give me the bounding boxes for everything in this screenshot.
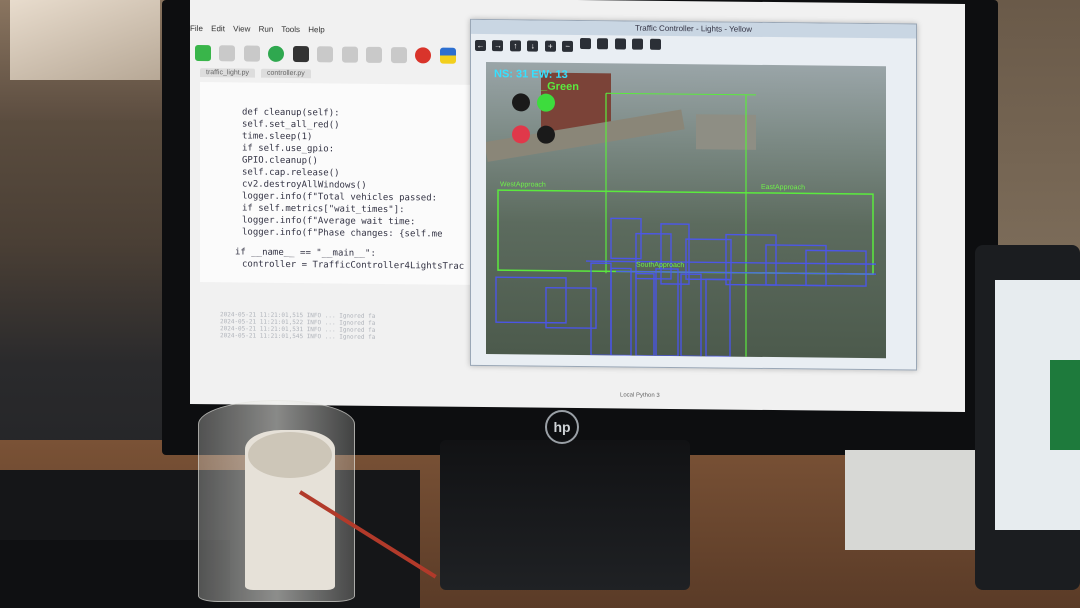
tab-controller[interactable]: controller.py [261, 68, 311, 79]
arrow-up-icon[interactable]: ↑ [509, 40, 521, 52]
save-icon[interactable] [243, 45, 260, 62]
arrow-down-icon[interactable]: ↓ [527, 40, 539, 52]
signal-state-label: _Green [541, 80, 579, 94]
laptop-screen [995, 280, 1080, 530]
tab-traffic-light[interactable]: traffic_light.py [200, 68, 256, 78]
photo-scene: hp File Edit View Run Tools Help traffic… [0, 0, 1080, 608]
detection-overlay [495, 92, 876, 358]
hp-logo: hp [545, 410, 579, 444]
menu-tools[interactable]: Tools [281, 25, 300, 34]
resume-icon[interactable] [390, 46, 407, 63]
approach-label: SouthApproach [636, 261, 685, 270]
code-line: def cleanup(self): [242, 107, 340, 119]
stop-icon[interactable] [415, 47, 432, 64]
matplotlib-toolbar: ← → ↑ ↓ + − [471, 34, 916, 57]
code-line: time.sleep(1) [242, 131, 313, 143]
code-line: self.cap.release() [242, 167, 340, 179]
traffic-light-module [248, 432, 332, 478]
room-window [10, 0, 160, 80]
arrow-right-icon[interactable]: → [492, 40, 504, 52]
copy-icon[interactable] [632, 38, 644, 50]
code-line: if __name__ == "__main__": [235, 247, 376, 259]
status-bar: Local Python 3 [620, 392, 660, 399]
properties-icon[interactable] [649, 38, 661, 50]
code-line: self.set_all_red() [242, 119, 340, 131]
lane-count-readout: NS: 31 EW: 13 [494, 68, 568, 81]
code-line: logger.info(f"Total vehicles passed: [242, 191, 438, 204]
menu-help[interactable]: Help [308, 25, 324, 34]
save-image-icon[interactable] [614, 38, 626, 50]
run-icon[interactable] [268, 45, 285, 62]
code-line: GPIO.cleanup() [242, 155, 318, 167]
code-line: if self.use_gpio: [242, 143, 335, 155]
ukraine-flag-icon [439, 47, 456, 64]
debug-icon[interactable] [292, 45, 309, 62]
keyboard [0, 540, 230, 608]
arrow-left-icon[interactable]: ← [475, 39, 486, 52]
menu-view[interactable]: View [233, 24, 250, 33]
traffic-window[interactable]: Traffic Controller - Lights - Yellow ← →… [470, 18, 917, 371]
code-line: if self.metrics["wait_times"]: [242, 203, 405, 216]
code-line: logger.info(f"Phase changes: {self.me [242, 227, 443, 240]
step-into-icon[interactable] [341, 46, 358, 63]
zoom-out-icon[interactable]: − [562, 40, 574, 52]
zoom-rect-icon[interactable] [597, 38, 609, 50]
camera-frame: NS: 31 EW: 13 _Green WestApproach EastAp… [486, 62, 886, 359]
approach-label: EastApproach [761, 183, 805, 192]
step-over-icon[interactable] [317, 46, 334, 63]
new-file-icon[interactable] [195, 44, 211, 61]
menu-edit[interactable]: Edit [211, 24, 225, 33]
monitor-stand [440, 440, 690, 590]
open-icon[interactable] [219, 45, 236, 62]
code-line: cv2.destroyAllWindows() [242, 179, 367, 191]
white-box [845, 450, 975, 550]
menu-file[interactable]: File [190, 24, 203, 33]
approach-label: WestApproach [500, 181, 546, 189]
menu-run[interactable]: Run [259, 25, 274, 34]
step-out-icon[interactable] [366, 46, 383, 63]
code-line: controller = TrafficController4LightsTra… [242, 259, 465, 272]
monitor-screen: File Edit View Run Tools Help traffic_li… [190, 0, 965, 413]
zoom-in-icon[interactable]: + [544, 40, 556, 52]
code-line: logger.info(f"Average wait time: [242, 215, 416, 228]
pan-icon[interactable] [579, 38, 591, 50]
